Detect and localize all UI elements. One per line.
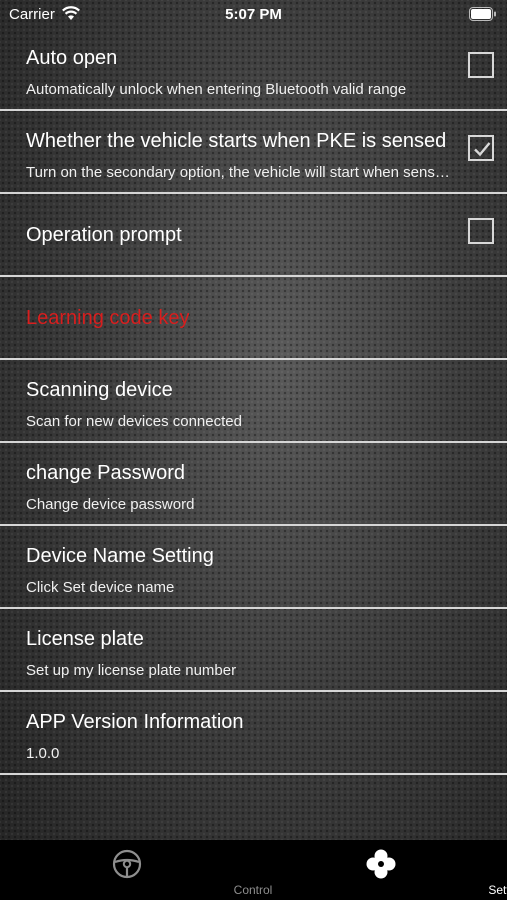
setting-subtitle: Set up my license plate number [26,662,237,679]
setting-title: Whether the vehicle starts when PKE is s… [26,130,447,152]
setting-row-operation-prompt[interactable]: Operation prompt [0,194,507,277]
setting-title: APP Version Information [26,711,244,733]
setting-row-change-password[interactable]: change Password Change device password [0,443,507,526]
setting-row-scanning-device[interactable]: Scanning device Scan for new devices con… [0,360,507,443]
operation-prompt-checkbox[interactable] [468,218,494,244]
steering-wheel-icon [111,848,143,885]
setting-row-license-plate[interactable]: License plate Set up my license plate nu… [0,609,507,692]
status-bar: Carrier 5:07 PM [0,0,507,28]
battery-icon [469,7,497,25]
tab-bar: Control Setting [0,840,507,900]
setting-title: Learning code key [26,307,190,329]
setting-subtitle: Turn on the secondary option, the vehicl… [26,164,450,181]
status-time: 5:07 PM [225,6,282,23]
setting-row-auto-open[interactable]: Auto open Automatically unlock when ente… [0,28,507,111]
setting-title: change Password [26,462,185,484]
setting-row-app-version[interactable]: APP Version Information 1.0.0 [0,692,507,775]
setting-subtitle: Click Set device name [26,579,175,596]
setting-row-learning-code-key[interactable]: Learning code key [0,277,507,360]
tab-label: Setting [488,883,507,897]
tab-setting[interactable]: Setting [254,840,507,900]
settings-list: Auto open Automatically unlock when ente… [0,28,507,775]
setting-row-pke-start[interactable]: Whether the vehicle starts when PKE is s… [0,111,507,194]
setting-row-device-name[interactable]: Device Name Setting Click Set device nam… [0,526,507,609]
checkmark-icon [474,142,491,157]
setting-title: Operation prompt [26,224,182,246]
setting-title: Scanning device [26,379,173,401]
setting-subtitle: Automatically unlock when entering Bluet… [26,81,407,98]
setting-title: License plate [26,628,144,650]
tab-control[interactable]: Control [0,840,272,900]
setting-title: Device Name Setting [26,545,214,567]
setting-subtitle: Change device password [26,496,195,513]
setting-subtitle: 1.0.0 [26,745,60,762]
pke-start-checkbox[interactable] [468,135,494,161]
setting-title: Auto open [26,47,118,69]
auto-open-checkbox[interactable] [468,52,494,78]
setting-subtitle: Scan for new devices connected [26,413,242,430]
clover-icon [365,848,397,885]
